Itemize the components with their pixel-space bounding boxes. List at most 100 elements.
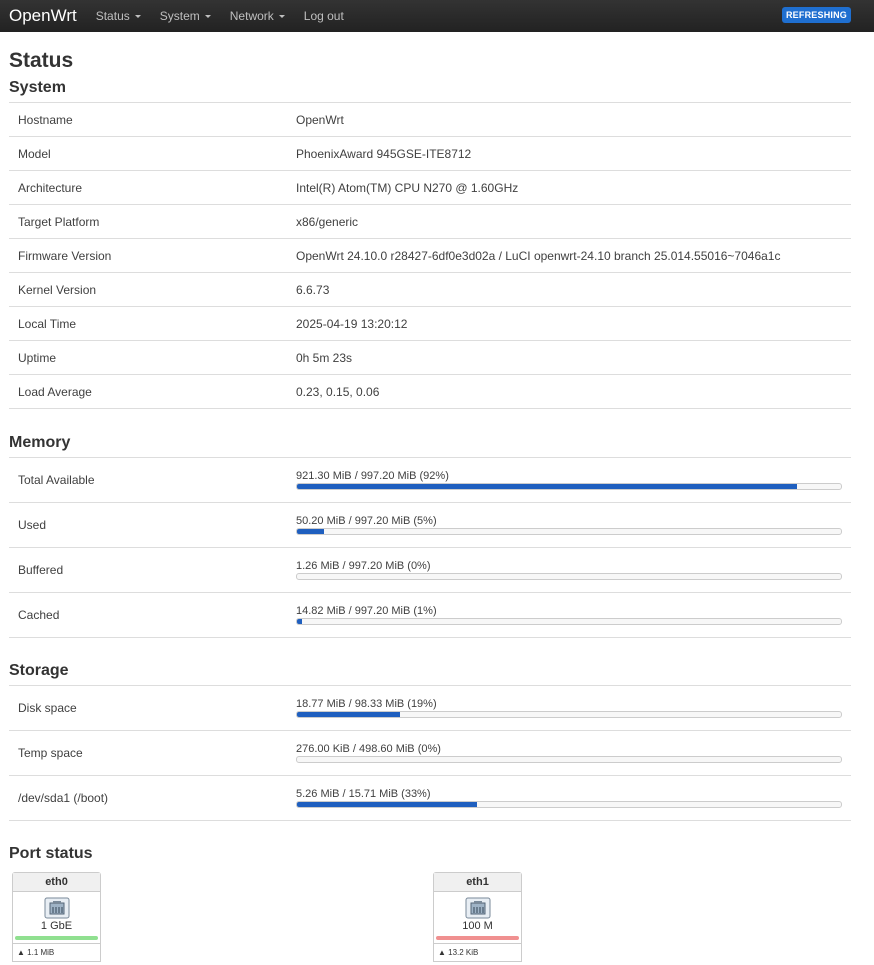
port-card-eth0: eth0 1 GbE ▲ 1.1 MiB <box>12 872 101 962</box>
row-value: Intel(R) Atom(TM) CPU N270 @ 1.60GHz <box>296 180 519 195</box>
chevron-down-icon <box>278 15 285 18</box>
table-row: Cached 14.82 MiB / 997.20 MiB (1%) <box>9 593 851 638</box>
progress-fill <box>297 802 477 807</box>
menu-logout[interactable]: Log out <box>304 9 344 23</box>
menu-network-label: Network <box>229 9 274 23</box>
row-label: Target Platform <box>18 214 100 229</box>
ethernet-port-icon <box>465 897 490 919</box>
port-name: eth1 <box>434 873 521 892</box>
usage-text: 50.20 MiB / 997.20 MiB (5%) <box>296 515 437 527</box>
storage-table: Disk space 18.77 MiB / 98.33 MiB (19%) Tem… <box>9 685 851 821</box>
memory-table: Total Available 921.30 MiB / 997.20 MiB (… <box>9 457 851 638</box>
usage-bar: 276.00 KiB / 498.60 MiB (0%) <box>296 743 851 763</box>
port-traffic: ▲ 13.2 KiB <box>434 943 521 961</box>
table-row: Disk space 18.77 MiB / 98.33 MiB (19%) <box>9 686 851 731</box>
row-label: Buffered <box>18 563 64 577</box>
row-label: Used <box>18 518 47 532</box>
table-row: /dev/sda1 (/boot) 5.26 MiB / 15.71 MiB (3… <box>9 776 851 821</box>
progress-track <box>296 801 842 808</box>
ethernet-port-icon <box>44 897 69 919</box>
row-value: 6.6.73 <box>296 282 330 297</box>
table-row: Firmware Version OpenWrt 24.10.0 r28427-6… <box>9 239 851 273</box>
usage-text: 276.00 KiB / 498.60 MiB (0%) <box>296 743 441 755</box>
usage-bar: 18.77 MiB / 98.33 MiB (19%) <box>296 698 851 718</box>
usage-bar: 1.26 MiB / 997.20 MiB (0%) <box>296 560 851 580</box>
usage-text: 5.26 MiB / 15.71 MiB (33%) <box>296 788 431 800</box>
table-row: Architecture Intel(R) Atom(TM) CPU N270 @… <box>9 171 851 205</box>
table-row: Uptime 0h 5m 23s <box>9 341 851 375</box>
usage-text: 921.30 MiB / 997.20 MiB (92%) <box>296 470 449 482</box>
row-label: Load Average <box>18 384 92 399</box>
usage-bar: 5.26 MiB / 15.71 MiB (33%) <box>296 788 851 808</box>
row-label: /dev/sda1 (/boot) <box>18 791 109 805</box>
table-row: Total Available 921.30 MiB / 997.20 MiB (… <box>9 458 851 503</box>
row-value: 0h 5m 23s <box>296 350 353 365</box>
table-row: Model PhoenixAward 945GSE-ITE8712 <box>9 137 851 171</box>
row-value: OpenWrt <box>296 112 344 127</box>
usage-text: 1.26 MiB / 997.20 MiB (0%) <box>296 560 431 572</box>
memory-section-title: Memory <box>9 434 71 451</box>
page-title: Status <box>9 49 74 72</box>
menu-system[interactable]: System <box>160 9 211 23</box>
menu-status[interactable]: Status <box>96 9 141 23</box>
port-status-list: eth0 1 GbE ▲ 1.1 MiB eth1 100 M ▲ 13.2 KiB <box>9 872 851 962</box>
table-row: Temp space 276.00 KiB / 498.60 MiB (0%) <box>9 731 851 776</box>
row-label: Cached <box>18 608 60 622</box>
row-value: 0.23, 0.15, 0.06 <box>296 384 380 399</box>
usage-bar: 50.20 MiB / 997.20 MiB (5%) <box>296 515 851 535</box>
usage-text: 14.82 MiB / 997.20 MiB (1%) <box>296 605 437 617</box>
progress-track <box>296 483 842 490</box>
progress-track <box>296 618 842 625</box>
port-speed: 100 M <box>462 920 493 932</box>
menu-system-label: System <box>159 9 200 23</box>
main-content: Status System Hostname OpenWrt Model Phoeni… <box>0 49 874 962</box>
row-label: Total Available <box>18 473 95 487</box>
chevron-down-icon <box>204 15 211 18</box>
row-value: x86/generic <box>296 214 359 229</box>
port-card-eth1: eth1 100 M ▲ 13.2 KiB <box>433 872 522 962</box>
port-traffic: ▲ 1.1 MiB <box>13 943 100 961</box>
menu-status-label: Status <box>95 9 130 23</box>
chevron-down-icon <box>134 15 141 18</box>
table-row: Kernel Version 6.6.73 <box>9 273 851 307</box>
port-link-led <box>15 936 98 940</box>
table-row: Load Average 0.23, 0.15, 0.06 <box>9 375 851 409</box>
refreshing-badge[interactable]: REFRESHING <box>781 7 851 23</box>
menu-network[interactable]: Network <box>230 9 285 23</box>
table-row: Hostname OpenWrt <box>9 103 851 137</box>
row-label: Firmware Version <box>18 248 112 263</box>
port-link-led <box>436 936 519 940</box>
main-menu: Status System Network Log out <box>96 9 363 23</box>
progress-track <box>296 711 842 718</box>
progress-fill <box>297 712 401 717</box>
top-navbar: OpenWrt Status System Network Log out RE… <box>0 0 874 32</box>
row-value: PhoenixAward 945GSE-ITE8712 <box>296 146 472 161</box>
progress-fill <box>297 484 798 489</box>
progress-track <box>296 573 842 580</box>
port-speed: 1 GbE <box>40 920 73 932</box>
port-name: eth0 <box>13 873 100 892</box>
row-label: Temp space <box>18 746 83 760</box>
table-row: Used 50.20 MiB / 997.20 MiB (5%) <box>9 503 851 548</box>
row-label: Kernel Version <box>18 282 97 297</box>
progress-fill <box>297 619 303 624</box>
row-label: Hostname <box>18 112 73 127</box>
progress-fill <box>297 529 325 534</box>
usage-bar: 921.30 MiB / 997.20 MiB (92%) <box>296 470 851 490</box>
table-row: Target Platform x86/generic <box>9 205 851 239</box>
storage-section-title: Storage <box>9 662 69 679</box>
progress-track <box>296 528 842 535</box>
row-label: Architecture <box>18 180 83 195</box>
usage-text: 18.77 MiB / 98.33 MiB (19%) <box>296 698 437 710</box>
system-section-title: System <box>9 79 66 96</box>
row-label: Uptime <box>18 350 57 365</box>
row-label: Model <box>18 146 51 161</box>
usage-bar: 14.82 MiB / 997.20 MiB (1%) <box>296 605 851 625</box>
row-label: Disk space <box>18 701 77 715</box>
system-table: Hostname OpenWrt Model PhoenixAward 945GSE-… <box>9 102 851 409</box>
port-status-section-title: Port status <box>9 845 93 862</box>
row-value: OpenWrt 24.10.0 r28427-6df0e3d02a / LuCI… <box>296 248 781 263</box>
row-label: Local Time <box>18 316 77 331</box>
brand-logo[interactable]: OpenWrt <box>9 6 77 26</box>
progress-track <box>296 756 842 763</box>
